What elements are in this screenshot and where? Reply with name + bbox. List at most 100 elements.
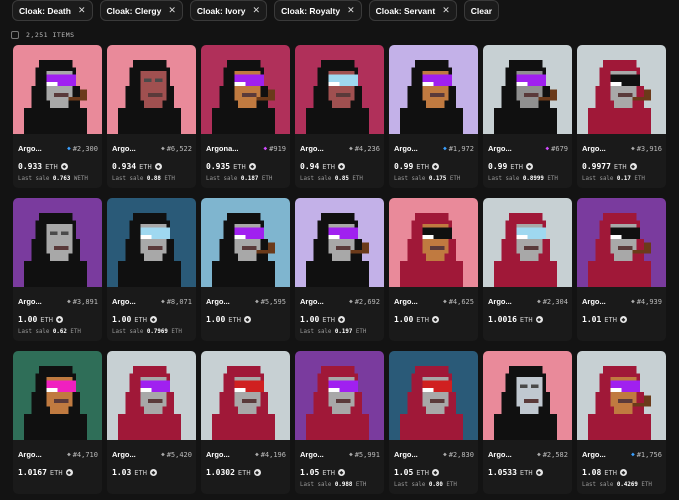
item-name: Argo...: [488, 297, 512, 306]
rank-value: #8,071: [166, 297, 192, 306]
last-sale-unit: ETH: [446, 482, 457, 488]
price-row: 1.00 ETH ◆: [206, 315, 251, 324]
price-value: 0.935: [206, 162, 231, 171]
nft-card[interactable]: Argo... ◆ #6,522 0.934 ETH ◆ Last sale 0.88 ET…: [107, 45, 196, 188]
nft-card[interactable]: Argo... ◆ #2,300 0.933 ETH ◆ Last sale 0.763 W…: [13, 45, 102, 188]
eth-icon: ◆: [431, 469, 439, 476]
last-sale-value: 0.88: [146, 176, 161, 182]
rank-value: #6,522: [166, 144, 192, 153]
price-row: 0.934 ETH ◆: [112, 162, 162, 171]
price-value: 1.00: [394, 315, 414, 324]
filter-chip-cloak-clergy[interactable]: Cloak: Clergy ✕: [99, 0, 183, 21]
eth-icon: ◆: [154, 163, 162, 170]
price-value: 0.934: [112, 162, 137, 171]
clear-filters-button[interactable]: Clear: [463, 0, 499, 21]
last-sale-label: Last sale: [394, 176, 426, 182]
nft-card[interactable]: Argo... ◆ #8,071 1.00 ETH ◆ Last sale 0.7969 E…: [107, 198, 196, 341]
last-sale-unit: ETH: [261, 176, 273, 182]
diamond-icon: ◆: [349, 451, 353, 458]
price-row: 1.00 ETH ◆: [394, 315, 439, 324]
last-sale-value: 0.17: [616, 176, 631, 182]
item-name: Argo...: [488, 144, 512, 153]
filter-chip-label: Cloak: Ivory: [196, 5, 246, 16]
price-row: 0.94 ETH ◆: [300, 162, 345, 171]
nft-card[interactable]: Argo... ◆ #2,830 1.05 ETH ◆ Last sale 0.80 ETH: [389, 351, 478, 494]
eth-icon: ◆: [619, 316, 627, 323]
rarity-rank: ◆ #4,236: [349, 145, 380, 153]
filter-chip-cloak-servant[interactable]: Cloak: Servant ✕: [368, 0, 457, 21]
price-unit: ETH: [416, 162, 429, 171]
price-unit: ETH: [604, 315, 617, 324]
last-sale-label: Last sale: [18, 329, 50, 335]
item-name: Argo...: [112, 144, 136, 153]
filter-chip-cloak-death[interactable]: Cloak: Death ✕: [12, 0, 93, 21]
nft-card[interactable]: Argo... ◆ #2,582 1.0533 ETH ◆: [483, 351, 572, 494]
last-sale: Last sale 0.988 ETH: [300, 482, 366, 488]
last-sale: Last sale 0.197 ETH: [300, 329, 366, 335]
last-sale-label: Last sale: [300, 329, 332, 335]
item-name: Argo...: [112, 297, 136, 306]
item-name: Argo...: [582, 144, 606, 153]
price-row: 1.03 ETH ◆: [112, 468, 157, 477]
close-icon[interactable]: ✕: [347, 5, 355, 16]
rarity-rank: ◆ #3,916: [631, 145, 662, 153]
last-sale: Last sale 0.175 ETH: [394, 176, 460, 182]
nft-card[interactable]: Argo... ◆ #4,710 1.0167 ETH ◆: [13, 351, 102, 494]
rank-value: #4,625: [448, 297, 474, 306]
filter-chip-label: Cloak: Royalty: [281, 5, 341, 16]
rarity-rank: ◆ #4,710: [67, 451, 98, 459]
diamond-icon: ◆: [349, 145, 353, 152]
nft-card[interactable]: Argo... ◆ #4,236 0.94 ETH ◆ Last sale 0.85 ETH: [295, 45, 384, 188]
nft-card[interactable]: Argo... ◆ #5,595 1.00 ETH ◆: [201, 198, 290, 341]
rarity-rank: ◆ #8,071: [161, 298, 192, 306]
nft-image: [107, 351, 196, 440]
close-icon[interactable]: ✕: [253, 5, 261, 16]
item-name: Argo...: [206, 450, 230, 459]
filter-chip-label: Cloak: Servant: [375, 5, 436, 16]
item-name: Argo...: [18, 144, 42, 153]
last-sale-unit: ETH: [70, 329, 81, 335]
rarity-rank: ◆ #1,972: [443, 145, 474, 153]
nft-card[interactable]: Argo... ◆ #4,939 1.01 ETH ◆: [577, 198, 666, 341]
price-unit: ETH: [519, 315, 533, 324]
filter-chip-cloak-ivory[interactable]: Cloak: Ivory ✕: [189, 0, 268, 21]
nft-card[interactable]: Argo... ◆ #5,991 1.05 ETH ◆ Last sale 0.988 ET…: [295, 351, 384, 494]
eth-icon: ◆: [431, 316, 439, 323]
nft-card[interactable]: Argo... ◆ #4,625 1.00 ETH ◆: [389, 198, 478, 341]
nft-card[interactable]: Argona... ◆ #919 0.935 ETH ◆ Last sale 0.187 E…: [201, 45, 290, 188]
card-header: Argo... ◆ #3,891: [18, 297, 98, 306]
eth-icon: ◆: [629, 163, 637, 170]
nft-image: [389, 198, 478, 287]
last-sale-value: 0.4269: [616, 482, 638, 488]
nft-card[interactable]: Argo... ◆ #2,304 1.0016 ETH ◆: [483, 198, 572, 341]
nft-card[interactable]: Argo... ◆ #679 0.99 ETH ◆ Last sale 0.8999 ETH: [483, 45, 572, 188]
rank-value: #1,756: [636, 450, 662, 459]
nft-card[interactable]: Argo... ◆ #2,692 1.00 ETH ◆ Last sale 0.197 ET…: [295, 198, 384, 341]
price-row: 1.0167 ETH ◆: [18, 468, 73, 477]
rarity-rank: ◆ #679: [546, 145, 568, 153]
close-icon[interactable]: ✕: [442, 5, 450, 16]
nft-image: [107, 45, 196, 134]
select-all-checkbox[interactable]: [11, 31, 19, 39]
nft-card[interactable]: Argo... ◆ #1,756 1.08 ETH ◆ Last sale 0.4269 E…: [577, 351, 666, 494]
price-value: 1.03: [112, 468, 132, 477]
nft-image: [577, 45, 666, 134]
nft-card[interactable]: Argo... ◆ #1,972 0.99 ETH ◆ Last sale 0.175 ET…: [389, 45, 478, 188]
close-icon[interactable]: ✕: [78, 5, 86, 16]
nft-card[interactable]: Argo... ◆ #3,891 1.00 ETH ◆ Last sale 0.62 ETH: [13, 198, 102, 341]
nft-card[interactable]: Argo... ◆ #4,196 1.0302 ETH ◆: [201, 351, 290, 494]
last-sale-label: Last sale: [582, 482, 614, 488]
close-icon[interactable]: ✕: [168, 5, 176, 16]
price-value: 0.94: [300, 162, 320, 171]
filter-chip-cloak-royalty[interactable]: Cloak: Royalty ✕: [274, 0, 362, 21]
card-header: Argo... ◆ #4,939: [582, 297, 662, 306]
nft-card[interactable]: Argo... ◆ #3,916 0.9977 ETH ◆ Last sale 0.17 E…: [577, 45, 666, 188]
last-sale-unit: ETH: [547, 176, 558, 182]
rank-value: #4,236: [354, 144, 380, 153]
diamond-icon: ◆: [537, 298, 541, 305]
diamond-icon: ◆: [631, 451, 635, 458]
nft-card[interactable]: Argo... ◆ #5,420 1.03 ETH ◆: [107, 351, 196, 494]
price-unit: ETH: [237, 468, 251, 477]
rank-value: #5,420: [166, 450, 192, 459]
last-sale-unit: ETH: [449, 176, 461, 182]
